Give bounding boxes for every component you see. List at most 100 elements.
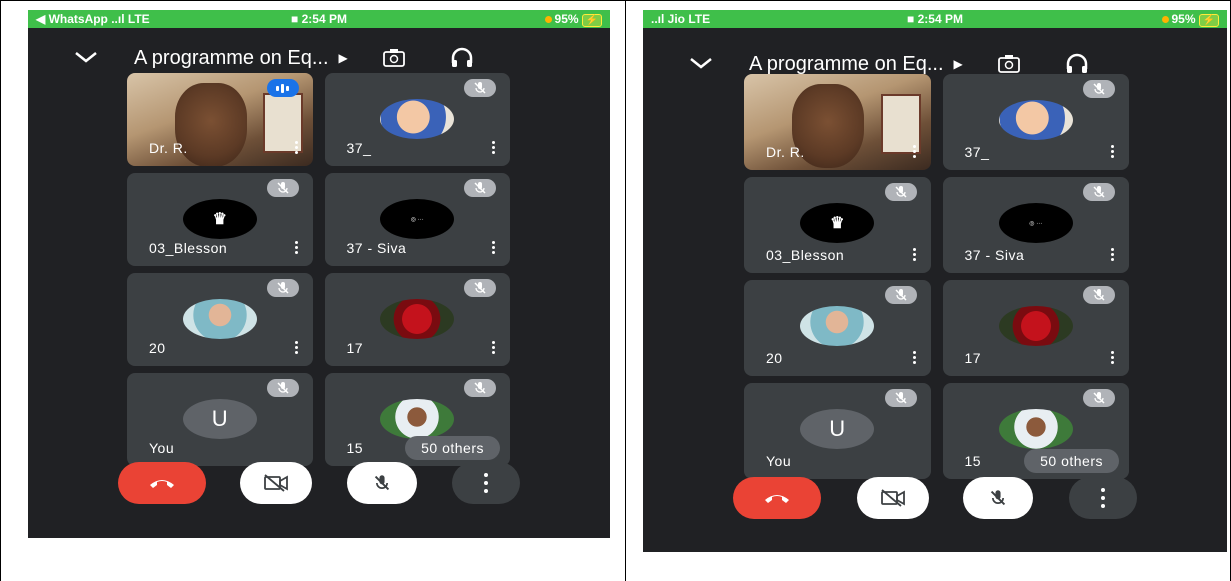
mic-off-icon	[884, 183, 917, 201]
participant-grid: Dr. R. 37_ ♛ 03_Blesson ◎ ··· 37 - Siva …	[744, 74, 1129, 479]
phone-screen-whatsapp: ◀ WhatsApp ..ıl LTE ■ 2:54 PM 95% ⚡ A pro…	[28, 10, 610, 538]
rose-photo-avatar	[380, 299, 455, 339]
more-options-icon[interactable]	[912, 349, 917, 366]
more-options-icon[interactable]	[912, 143, 917, 160]
switch-camera-icon[interactable]	[382, 48, 406, 68]
mic-off-icon	[1083, 389, 1115, 407]
battery-dot-icon	[544, 15, 552, 23]
status-battery: 95% ⚡	[1030, 12, 1219, 27]
participant-grid: Dr. R. 37_ ♛ 03_Blesson ◎ ··· 37 - Siva …	[127, 73, 510, 466]
participant-name: 37_	[346, 140, 372, 156]
mic-toggle-button[interactable]	[963, 477, 1033, 519]
solo-siva-logo-avatar: ◎ ···	[998, 203, 1073, 243]
mic-off-icon	[884, 286, 917, 304]
more-options-icon[interactable]	[1111, 143, 1115, 160]
participant-name: 15	[346, 440, 364, 456]
speaking-indicator-icon	[266, 79, 299, 97]
camera-off-icon	[881, 489, 905, 507]
participant-tile[interactable]: ♛ 03_Blesson	[744, 177, 931, 273]
hang-up-button[interactable]	[733, 477, 821, 519]
switch-camera-icon[interactable]	[997, 54, 1021, 74]
mic-off-icon	[464, 379, 496, 397]
mic-off-icon	[1083, 80, 1115, 98]
mic-off-icon	[266, 379, 299, 397]
more-options-icon[interactable]	[912, 246, 917, 263]
participant-name: You	[766, 453, 792, 469]
more-options-button[interactable]	[1069, 477, 1137, 519]
status-time: ■ 2:54 PM	[907, 12, 963, 26]
person-photo-avatar	[800, 306, 875, 346]
participant-name: 37 - Siva	[964, 247, 1025, 263]
battery-percent: 95%	[554, 11, 579, 26]
participant-name: 17	[346, 340, 364, 356]
person-photo-avatar	[182, 299, 257, 339]
participant-tile[interactable]: 15 50 others	[942, 383, 1129, 479]
title-arrow-icon[interactable]: ▶	[954, 57, 963, 71]
collapse-button[interactable]	[689, 55, 712, 73]
participant-name: 20	[766, 350, 783, 366]
mic-toggle-button[interactable]	[347, 462, 417, 504]
headset-icon[interactable]	[450, 47, 474, 69]
person-photo-2-avatar	[380, 399, 455, 439]
more-options-icon[interactable]	[294, 239, 299, 256]
chevron-down-icon	[690, 58, 712, 69]
more-options-icon[interactable]	[492, 239, 496, 256]
meeting-title[interactable]: A programme on Eq...	[134, 47, 329, 70]
mic-off-icon	[374, 475, 390, 491]
more-options-icon[interactable]	[294, 339, 299, 356]
participant-tile-self[interactable]: U You	[744, 383, 931, 479]
participant-tile[interactable]: ◎ ··· 37 - Siva	[324, 173, 510, 266]
person-photo-2-avatar	[998, 409, 1073, 449]
phone-hangup-icon	[150, 480, 174, 488]
participant-tile-self[interactable]: U You	[127, 373, 313, 466]
participant-tile[interactable]: 20	[744, 280, 931, 376]
camera-off-icon	[264, 474, 288, 492]
status-battery: 95% ⚡	[413, 11, 603, 27]
mic-off-icon	[1083, 183, 1115, 201]
status-bar: ◀ WhatsApp ..ıl LTE ■ 2:54 PM 95% ⚡	[28, 10, 610, 28]
participant-tile[interactable]: 20	[127, 273, 313, 366]
more-options-icon[interactable]	[492, 339, 496, 356]
participant-tile[interactable]: 37_	[324, 73, 510, 166]
camera-toggle-button[interactable]	[240, 462, 312, 504]
mic-off-icon	[266, 179, 299, 197]
bm-logo-avatar: ♛	[182, 199, 257, 239]
collapse-button[interactable]	[74, 49, 97, 67]
participant-name: 03_Blesson	[149, 240, 228, 256]
camera-toggle-button[interactable]	[857, 477, 929, 519]
phone-hangup-icon	[765, 495, 789, 503]
hang-up-button[interactable]	[118, 462, 206, 504]
battery-icon: ⚡	[581, 13, 603, 27]
participant-tile[interactable]: Dr. R.	[744, 74, 931, 170]
participant-tile[interactable]: 17	[324, 273, 510, 366]
mic-off-icon	[464, 79, 496, 97]
mic-off-icon	[266, 279, 299, 297]
more-options-icon[interactable]	[294, 139, 299, 156]
mic-off-icon	[884, 389, 917, 407]
participant-tile[interactable]: 17	[942, 280, 1129, 376]
initial-avatar: U	[800, 409, 875, 449]
mic-off-icon	[464, 179, 496, 197]
others-count-badge[interactable]: 50 others	[405, 436, 500, 460]
participant-tile[interactable]: 15 50 others	[324, 373, 510, 466]
participant-tile[interactable]: ◎ ··· 37 - Siva	[942, 177, 1129, 273]
battery-icon: ⚡	[1198, 13, 1219, 27]
participant-name: 37_	[964, 144, 990, 160]
meeting-title[interactable]: A programme on Eq...	[749, 53, 944, 76]
more-options-button[interactable]	[452, 462, 520, 504]
headset-icon[interactable]	[1065, 53, 1089, 75]
baby-photo-avatar	[380, 99, 455, 139]
more-options-icon[interactable]	[1111, 349, 1115, 366]
participant-name: 37 - Siva	[346, 240, 407, 256]
phone-screen-jio: ..ıl Jio LTE ■ 2:54 PM 95% ⚡ A programme …	[643, 10, 1227, 552]
participant-tile[interactable]: Dr. R.	[127, 73, 313, 166]
screenshot-frame: ◀ WhatsApp ..ıl LTE ■ 2:54 PM 95% ⚡ A pro…	[0, 0, 1231, 581]
others-count-badge[interactable]: 50 others	[1024, 449, 1119, 473]
solo-siva-logo-avatar: ◎ ···	[380, 199, 455, 239]
participant-tile[interactable]: 37_	[942, 74, 1129, 170]
participant-tile[interactable]: ♛ 03_Blesson	[127, 173, 313, 266]
more-options-icon[interactable]	[492, 139, 496, 156]
more-options-icon[interactable]	[1111, 246, 1115, 263]
title-arrow-icon[interactable]: ▶	[339, 51, 348, 65]
initial-avatar: U	[182, 399, 257, 439]
